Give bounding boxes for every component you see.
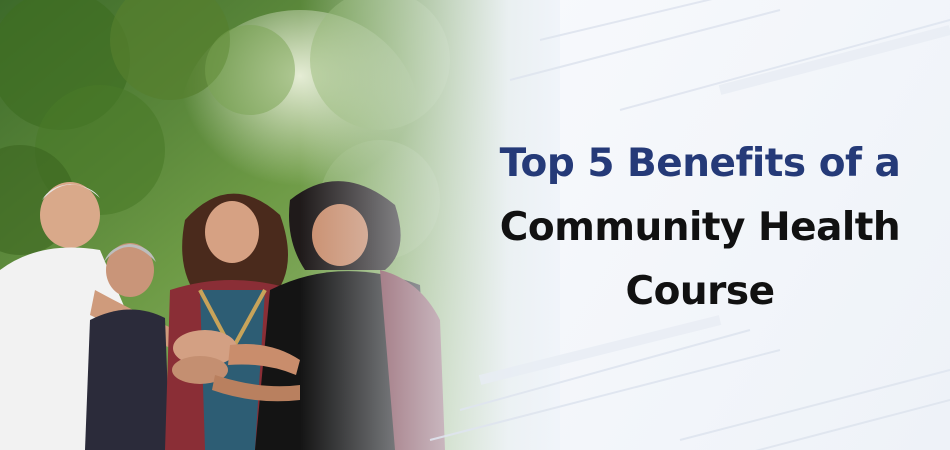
blog-banner: Top 5 Benefits of a Community Health Cou… [0,0,950,450]
headline-line-1: Top 5 Benefits of a [499,141,901,186]
banner-headline: Top 5 Benefits of a Community Health Cou… [470,132,930,324]
headline-line-3: Course [625,269,775,314]
headline-line-2: Community Health [499,205,901,250]
